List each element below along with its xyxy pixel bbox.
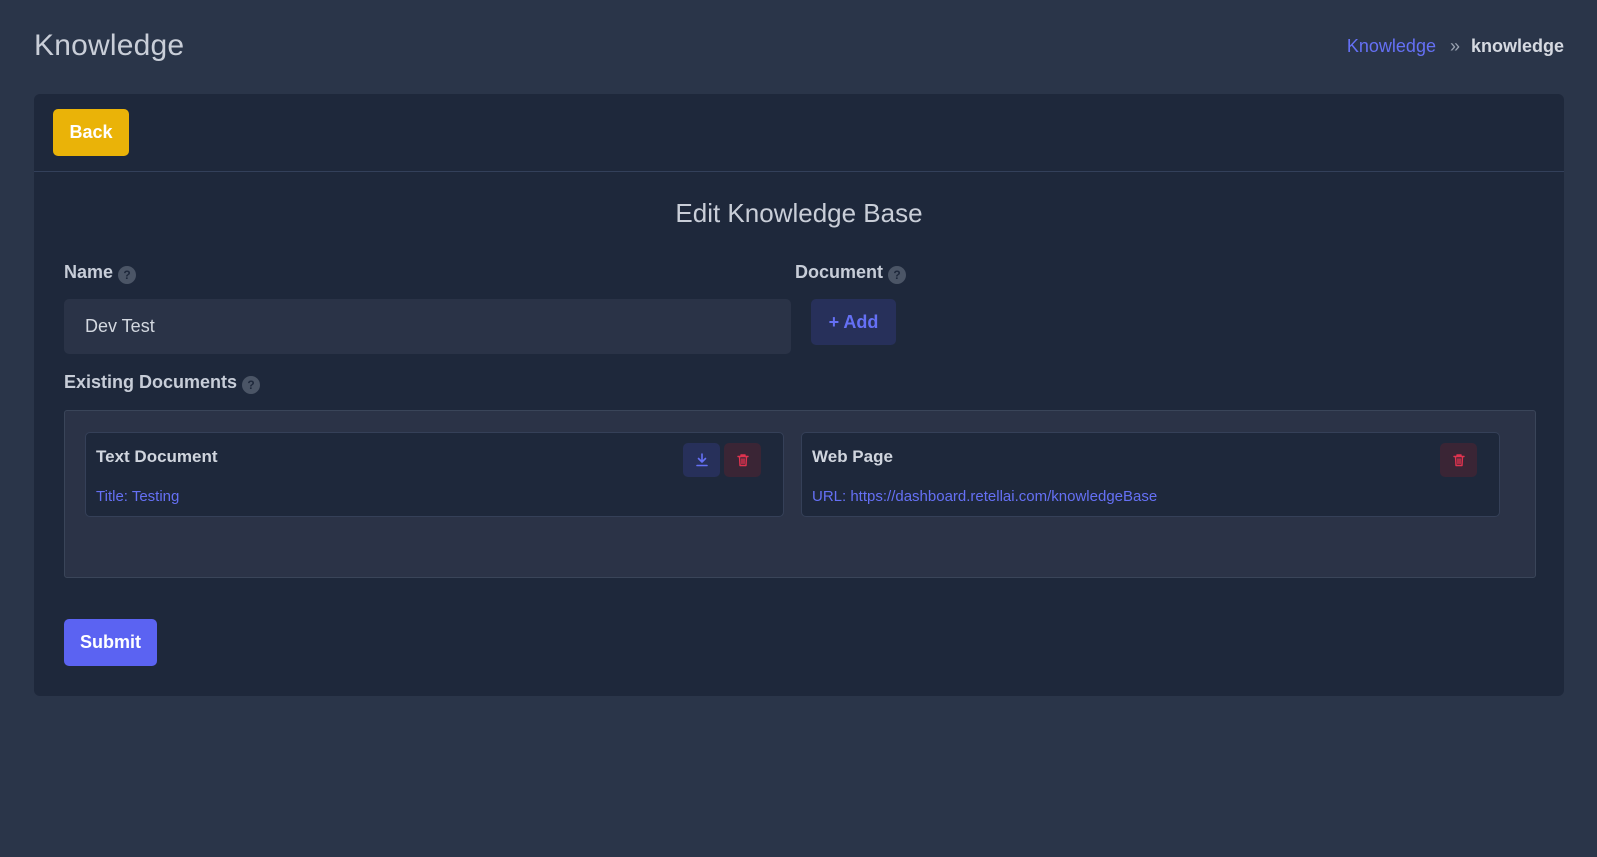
document-card-text: Text Document Title: Testing bbox=[85, 432, 784, 517]
help-icon[interactable]: ? bbox=[118, 266, 137, 284]
document-type: Web Page bbox=[812, 447, 893, 466]
page-title: Knowledge bbox=[34, 29, 185, 62]
download-button[interactable] bbox=[683, 443, 720, 477]
breadcrumb-separator-icon: » bbox=[1449, 35, 1460, 56]
edit-card: Back Edit Knowledge Base Name ? Document… bbox=[34, 94, 1564, 696]
help-icon[interactable]: ? bbox=[888, 266, 907, 284]
form-title: Edit Knowledge Base bbox=[675, 198, 923, 228]
existing-documents-label-text: Existing Documents bbox=[64, 371, 238, 392]
add-document-button[interactable]: + Add bbox=[811, 299, 896, 345]
breadcrumb-current: knowledge bbox=[1470, 35, 1564, 56]
delete-button[interactable] bbox=[724, 443, 761, 477]
help-icon[interactable]: ? bbox=[242, 376, 261, 394]
existing-documents-label: Existing Documents ? bbox=[64, 370, 261, 394]
trash-icon bbox=[1452, 454, 1465, 467]
name-label-text: Name bbox=[64, 261, 114, 282]
breadcrumb: Knowledge » knowledge bbox=[1347, 36, 1564, 57]
name-label: Name ? bbox=[64, 260, 137, 284]
document-type: Text Document bbox=[96, 447, 218, 466]
name-input[interactable] bbox=[64, 299, 791, 354]
card-toolbar: Back bbox=[34, 94, 1564, 172]
delete-button[interactable] bbox=[1440, 443, 1477, 477]
document-detail[interactable]: URL: https://dashboard.retellai.com/know… bbox=[812, 488, 1157, 505]
document-label: Document ? bbox=[795, 260, 907, 284]
document-card-webpage: Web Page URL: https://dashboard.retellai… bbox=[801, 432, 1500, 517]
back-button[interactable]: Back bbox=[53, 109, 129, 156]
existing-documents-list: Text Document Title: Testing Web Page UR… bbox=[64, 410, 1536, 578]
document-label-text: Document bbox=[795, 261, 884, 282]
trash-icon bbox=[736, 454, 749, 467]
page-header: Knowledge Knowledge » knowledge bbox=[34, 26, 1564, 66]
download-icon bbox=[695, 453, 708, 467]
document-detail: Title: Testing bbox=[96, 488, 180, 505]
breadcrumb-link-knowledge[interactable]: Knowledge bbox=[1347, 36, 1436, 57]
submit-button[interactable]: Submit bbox=[64, 619, 157, 666]
